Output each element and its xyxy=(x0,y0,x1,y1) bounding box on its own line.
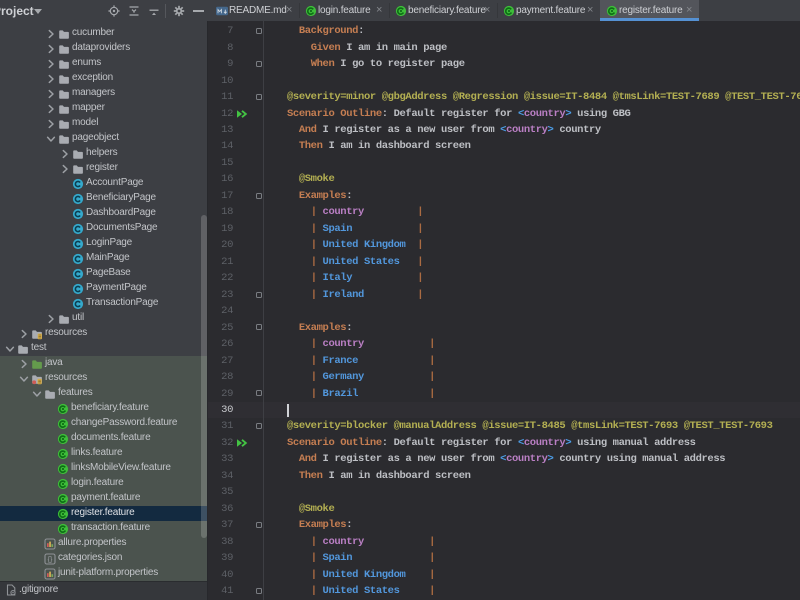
svg-text:{}: {} xyxy=(48,556,53,563)
